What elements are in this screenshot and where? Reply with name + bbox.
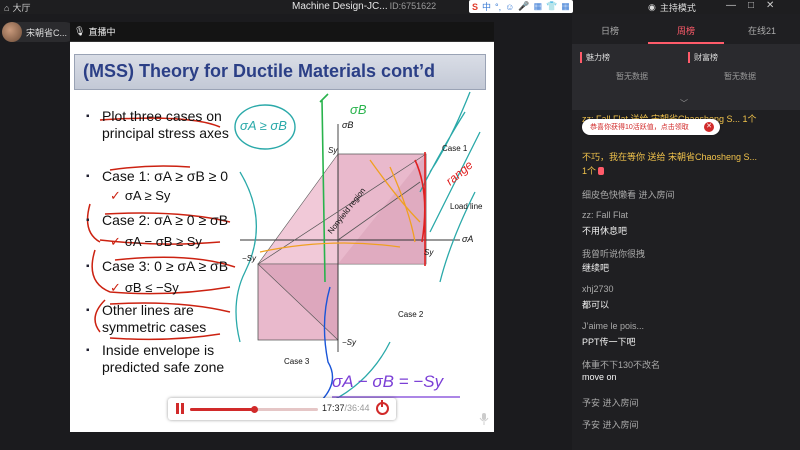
chat-message: zz: Fall Flat: [582, 210, 629, 220]
wealth-ranking-title: 财富榜: [688, 52, 792, 63]
side-panel: 日榜 周榜 在线21 魅力榜 暂无数据 财富榜 暂无数据 ﹀ zz: Fall …: [572, 14, 800, 450]
room-id: ID:6751622: [389, 1, 437, 11]
close-icon[interactable]: ✕: [704, 122, 714, 132]
close-button[interactable]: ✕: [766, 0, 774, 11]
bullet-case-1: Case 1: σA ≥ σB ≥ 0: [86, 168, 228, 185]
slide-viewer: (MSS) Theory for Ductile Materials cont’…: [70, 42, 494, 432]
window-title: Machine Design-JC... ID:6751622: [292, 1, 437, 12]
pause-button[interactable]: [176, 403, 184, 414]
check-case-2: σA − σB ≥ Sy: [110, 234, 202, 250]
sogou-icon[interactable]: S: [472, 2, 478, 12]
tab-online[interactable]: 在线21: [724, 22, 800, 44]
chat-message: 细皮色快懒看 进入房间: [582, 190, 675, 200]
live-label: 直播中: [88, 27, 116, 37]
ime-mode-label[interactable]: 中: [482, 0, 491, 13]
bullet-symmetric: Other lines are symmetric cases: [86, 302, 230, 336]
maximize-button[interactable]: □: [748, 0, 754, 11]
host-name: 宋朝省C...: [26, 27, 68, 38]
chat-message: 继续吧: [582, 263, 610, 273]
label-neg-sy-left: −Sy: [242, 254, 257, 263]
chat-message: xhj2730: [582, 284, 614, 294]
charm-ranking: 魅力榜 暂无数据: [580, 52, 684, 82]
bullet-case-3: Case 3: 0 ≥ σA ≥ σB: [86, 258, 228, 275]
ranking-tabs: 日榜 周榜 在线21: [572, 22, 800, 44]
label-sigma-a: σA: [462, 234, 474, 244]
keyboard-icon[interactable]: ▦: [534, 1, 543, 12]
check-case-3: σB ≤ −Sy: [110, 280, 179, 296]
bullet-safe-zone: Inside envelope is predicted safe zone: [86, 342, 242, 376]
label-case-3: Case 3: [284, 357, 310, 366]
emoji-icon[interactable]: ☺: [505, 2, 514, 12]
chat-message: 予安 进入房间: [582, 420, 639, 430]
chat-message: 不巧，我在等你 送给 宋朝省Chaosheng S...: [582, 152, 758, 162]
wealth-ranking-empty: 暂无数据: [724, 72, 756, 81]
progress-knob[interactable]: [251, 406, 258, 413]
chat-message: 都可以: [582, 300, 610, 310]
stop-icon[interactable]: [376, 400, 389, 415]
label-case-2: Case 2: [398, 310, 424, 319]
skin-icon[interactable]: 👕: [546, 1, 557, 12]
time-display: 17:37/36:44: [322, 403, 370, 413]
ink-sigma-b: σB: [350, 102, 367, 117]
chat-message: 1个: [582, 164, 605, 177]
total-time: /36:44: [344, 403, 370, 413]
chat-message: PPT传一下吧: [582, 337, 636, 347]
chat-message: J’aime le pois...: [582, 321, 645, 331]
chat-message: 予安 进入房间: [582, 398, 639, 408]
bullet-plot-cases: Plot three cases on principal stress axe…: [86, 108, 230, 142]
ime-toolbar[interactable]: S 中 °, ☺ 🎤 ▦ 👕 ▦: [469, 0, 573, 13]
mode-label: 主持模式: [659, 3, 696, 13]
progress-fill: [190, 408, 254, 411]
chevron-down-icon[interactable]: ﹀: [680, 98, 688, 109]
label-load-line: Load line: [450, 202, 483, 211]
gift-icon: [598, 167, 605, 175]
tab-daily[interactable]: 日榜: [572, 22, 648, 44]
chat-message: 我曾听说你很拽: [582, 249, 646, 259]
wealth-ranking: 财富榜 暂无数据: [688, 52, 792, 82]
tab-weekly[interactable]: 周榜: [648, 22, 724, 44]
label-sigma-b: σB: [342, 120, 354, 130]
ink-bottom-formula: σA − σB = −Sy: [332, 372, 444, 391]
reward-toast[interactable]: 恭喜你获得10活跃值，点击领取 ✕: [582, 119, 720, 135]
minimize-button[interactable]: —: [726, 0, 736, 11]
bullet-case-2: Case 2: σA ≥ 0 ≥ σB: [86, 212, 228, 229]
hall-label: 大厅: [12, 3, 31, 13]
host-mode-toggle[interactable]: ◉ 主持模式: [648, 1, 696, 14]
charm-ranking-empty: 暂无数据: [616, 72, 648, 81]
charm-ranking-title: 魅力榜: [580, 52, 684, 63]
punctuation-icon[interactable]: °,: [495, 2, 501, 12]
hall-button[interactable]: ⌂ 大厅: [4, 1, 30, 14]
microphone-icon[interactable]: 🎤: [518, 1, 529, 12]
user-icon: ◉: [648, 2, 656, 12]
ink-formula-box: σA ≥ σB: [240, 118, 287, 133]
home-icon: ⌂: [4, 2, 10, 13]
microphone-icon: 🎙: [74, 26, 86, 36]
toolbox-icon[interactable]: ▦: [561, 1, 570, 12]
window-controls: — □ ✕: [726, 0, 774, 11]
current-time: 17:37: [322, 403, 345, 413]
label-neg-sy-bottom: −Sy: [342, 338, 357, 347]
label-sy-top: Sy: [328, 146, 338, 155]
host-chip[interactable]: 宋朝省C...: [2, 22, 76, 42]
live-badge: 🎙 直播中: [70, 22, 494, 42]
avatar[interactable]: [2, 22, 22, 42]
toast-text: 恭喜你获得10活跃值，点击领取: [590, 124, 689, 131]
microphone-icon[interactable]: [479, 413, 489, 425]
label-case-1: Case 1: [442, 144, 468, 153]
playback-bar: 17:37/36:44: [168, 398, 396, 420]
check-case-1: σA ≥ Sy: [110, 188, 171, 204]
cube-diagonal-face: [257, 153, 339, 265]
title-bar: ⌂ 大厅 Machine Design-JC... ID:6751622 S 中 …: [0, 0, 800, 14]
chat-message: 体重不下130不改名: [582, 360, 661, 370]
label-sy-right: Sy: [424, 248, 434, 257]
progress-track[interactable]: [190, 406, 318, 413]
chat-message: 不用休息吧: [582, 226, 628, 236]
chat-message: move on: [582, 372, 617, 382]
